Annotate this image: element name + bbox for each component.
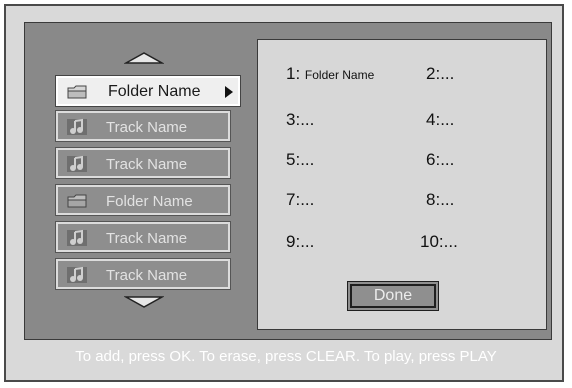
- program-slot-7[interactable]: 7:...: [286, 190, 314, 210]
- enter-folder-icon[interactable]: [224, 85, 234, 104]
- done-button[interactable]: Done: [348, 282, 438, 310]
- list-item-label: Track Name: [106, 230, 188, 247]
- program-screen: Folder Name Track Name Track Name Folder…: [4, 4, 564, 382]
- program-panel: 1: Folder Name 2:... 3:... 4:... 5:... 6…: [257, 39, 547, 330]
- list-item-label: Folder Name: [108, 83, 201, 100]
- list-item-track[interactable]: Track Name: [55, 147, 231, 179]
- program-slot-3[interactable]: 3:...: [286, 110, 314, 130]
- list-item-folder[interactable]: Folder Name: [55, 75, 241, 107]
- list-item-label: Track Name: [106, 119, 188, 136]
- program-slot-9[interactable]: 9:...: [286, 232, 314, 252]
- program-slot-8[interactable]: 8:...: [426, 190, 454, 210]
- list-item-label: Track Name: [106, 156, 188, 173]
- music-note-icon: [66, 118, 88, 136]
- folder-icon: [66, 192, 88, 210]
- music-note-icon: [66, 266, 88, 284]
- program-slot-6[interactable]: 6:...: [426, 150, 454, 170]
- list-item-label: Track Name: [106, 267, 188, 284]
- folder-icon: [66, 83, 88, 101]
- program-slot-1[interactable]: 1: Folder Name: [286, 64, 374, 84]
- status-instructions: To add, press OK. To erase, press CLEAR.…: [75, 348, 497, 365]
- list-item-label: Folder Name: [106, 193, 193, 210]
- list-item-track[interactable]: Track Name: [55, 110, 231, 142]
- scroll-up-icon[interactable]: [124, 51, 164, 65]
- program-slot-5[interactable]: 5:...: [286, 150, 314, 170]
- music-note-icon: [66, 229, 88, 247]
- list-item-track[interactable]: Track Name: [55, 221, 231, 253]
- scroll-down-icon[interactable]: [124, 295, 164, 309]
- list-item-track[interactable]: Track Name: [55, 258, 231, 290]
- program-slot-2[interactable]: 2:...: [426, 64, 454, 84]
- list-item-folder[interactable]: Folder Name: [55, 184, 231, 216]
- music-note-icon: [66, 155, 88, 173]
- program-slot-10[interactable]: 10:...: [420, 232, 458, 252]
- program-slot-4[interactable]: 4:...: [426, 110, 454, 130]
- main-area: Folder Name Track Name Track Name Folder…: [24, 22, 552, 340]
